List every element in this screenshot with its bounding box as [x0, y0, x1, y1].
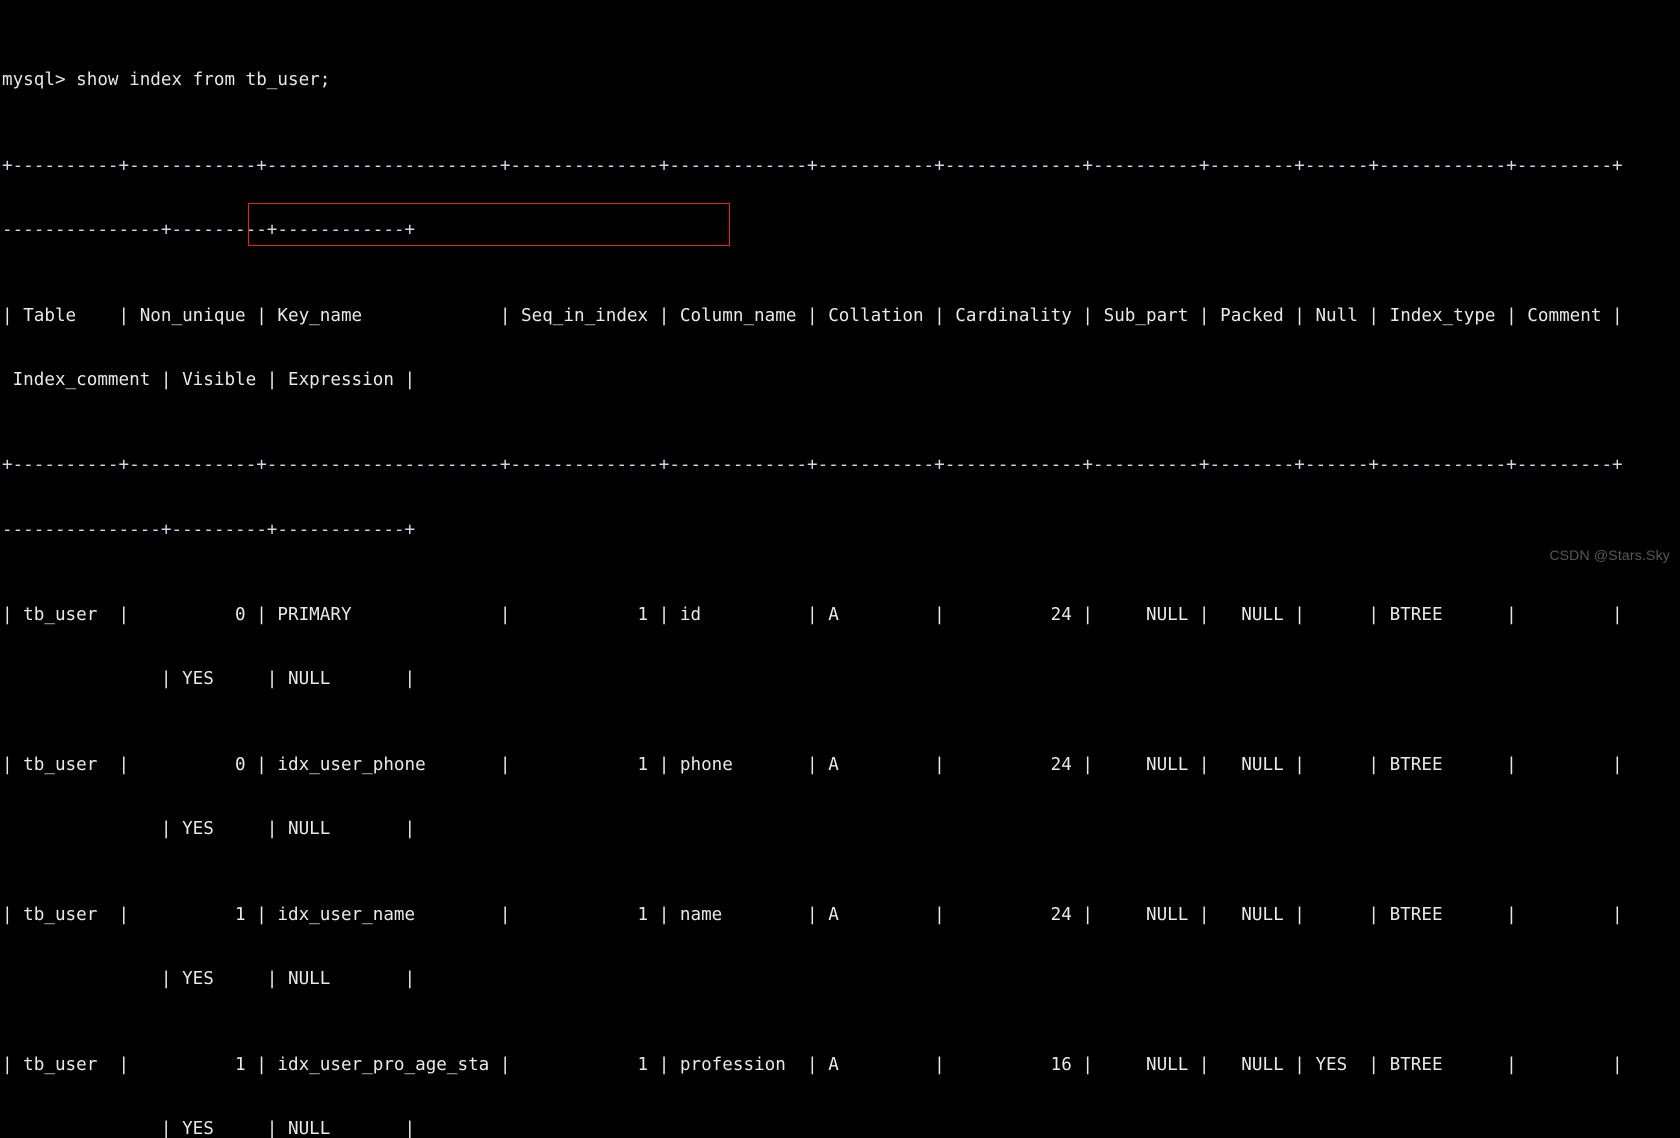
- table-header-part2: Index_comment | Visible | Expression |: [2, 369, 416, 390]
- table-separator-top-part1: +----------+------------+---------------…: [2, 155, 1623, 176]
- table-row-continuation: | YES | NULL |: [2, 1118, 416, 1138]
- table-header-part1: | Table | Non_unique | Key_name | Seq_in…: [2, 305, 1623, 326]
- table-separator-mid-part2: ---------------+---------+------------+: [2, 519, 416, 540]
- command-prompt-line: mysql> show index from tb_user;: [2, 70, 331, 91]
- table-row-continuation: | YES | NULL |: [2, 969, 416, 990]
- table-row: | tb_user | 0 | idx_user_phone | 1 | pho…: [2, 755, 1623, 776]
- watermark-label: CSDN @Stars.Sky: [1549, 547, 1670, 563]
- table-row-continuation: | YES | NULL |: [2, 819, 416, 840]
- terminal-output: mysql> show index from tb_user; +-------…: [0, 0, 1680, 1138]
- table-row-continuation: | YES | NULL |: [2, 669, 416, 690]
- table-row: | tb_user | 1 | idx_user_name | 1 | name…: [2, 904, 1623, 925]
- table-separator-top-part2: ---------------+---------+------------+: [2, 220, 416, 241]
- table-row: | tb_user | 1 | idx_user_pro_age_sta | 1…: [2, 1054, 1623, 1075]
- table-row: | tb_user | 0 | PRIMARY | 1 | id | A | 2…: [2, 605, 1623, 626]
- table-separator-mid-part1: +----------+------------+---------------…: [2, 455, 1623, 476]
